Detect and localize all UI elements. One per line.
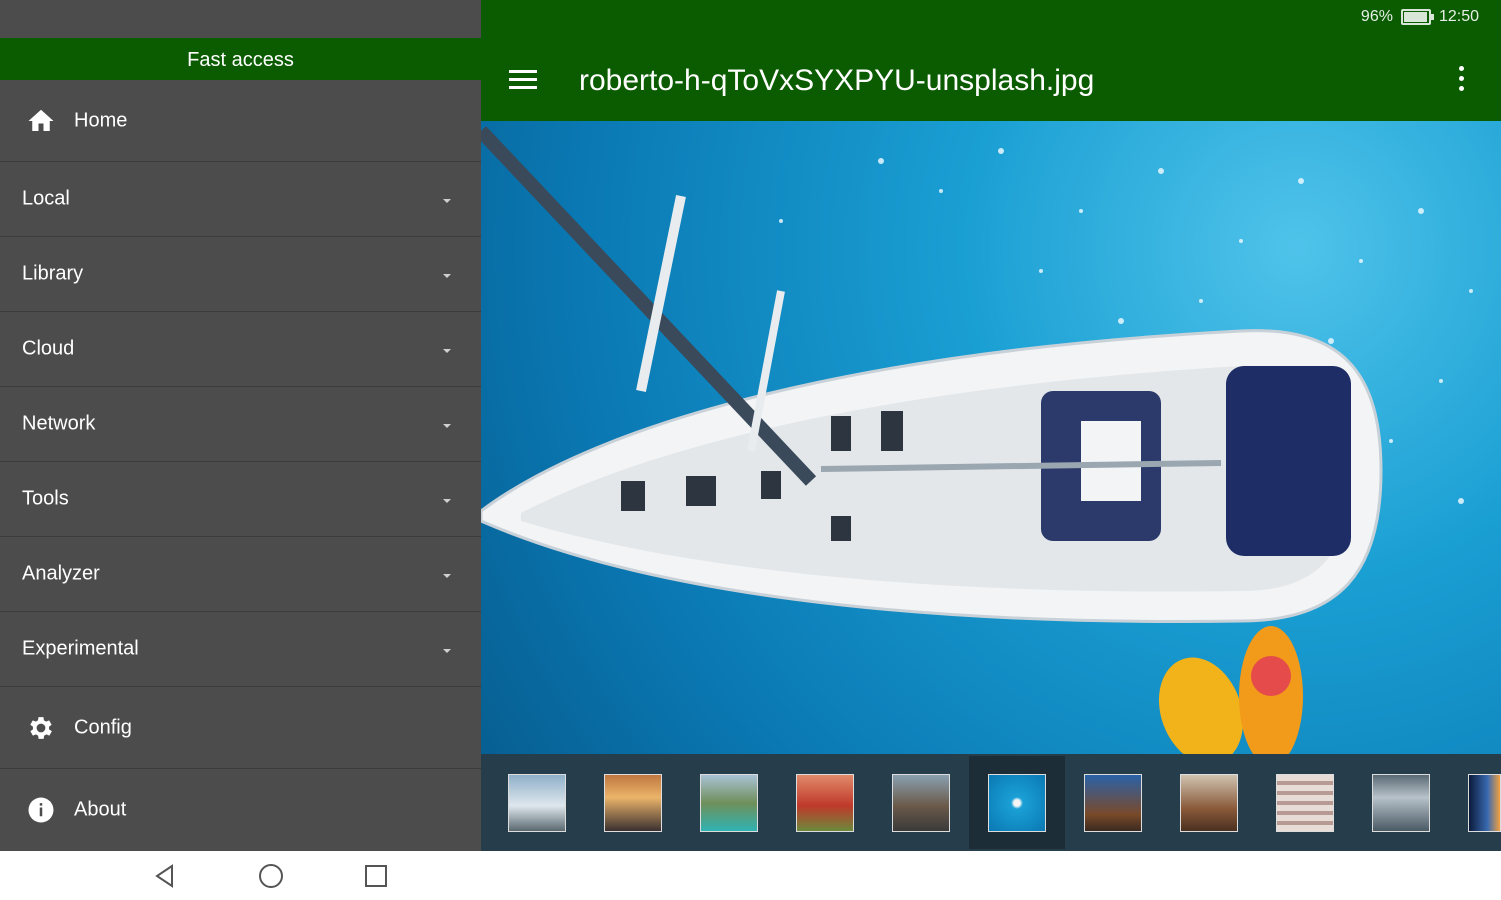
chevron-down-icon xyxy=(443,499,451,503)
drawer-item-label: Analyzer xyxy=(22,562,100,585)
chevron-down-icon xyxy=(443,424,451,428)
chevron-down-icon xyxy=(443,574,451,578)
clock: 12:50 xyxy=(1438,8,1479,25)
drawer-item-analyzer[interactable]: Analyzer xyxy=(0,537,481,612)
thumbnail[interactable] xyxy=(1180,774,1238,832)
drawer-item-experimental[interactable]: Experimental xyxy=(0,612,481,687)
battery-icon xyxy=(1400,9,1434,25)
drawer-item-label: Cloud xyxy=(22,337,75,360)
drawer-item-label: Home xyxy=(74,109,128,131)
image-viewer[interactable] xyxy=(481,121,1501,754)
drawer-item-about[interactable]: About xyxy=(0,769,481,851)
drawer-item-label: Local xyxy=(22,187,70,210)
drawer-item-config[interactable]: Config xyxy=(0,687,481,769)
thumbnail[interactable] xyxy=(892,774,950,832)
thumbnail[interactable] xyxy=(796,774,854,832)
drawer-item-label: Library xyxy=(22,262,84,285)
sailboat-image xyxy=(481,126,1473,754)
drawer-item-network[interactable]: Network xyxy=(0,387,481,462)
drawer-item-label: About xyxy=(74,798,127,821)
drawer-item-library[interactable]: Library xyxy=(0,237,481,312)
home-icon xyxy=(28,109,54,131)
chevron-down-icon xyxy=(443,274,451,278)
recents-icon[interactable] xyxy=(361,861,391,891)
drawer-title: Fast access xyxy=(187,49,294,71)
info-icon xyxy=(28,797,54,823)
thumbnail[interactable] xyxy=(1276,774,1334,832)
thumbnail[interactable] xyxy=(1372,774,1430,832)
thumbnail[interactable] xyxy=(988,774,1046,832)
thumbnail[interactable] xyxy=(700,774,758,832)
drawer-item-tools[interactable]: Tools xyxy=(0,462,481,537)
thumbnail-strip xyxy=(481,754,1501,851)
drawer-item-cloud[interactable]: Cloud xyxy=(0,312,481,387)
system-navigation-bar xyxy=(0,851,1501,900)
more-options-icon[interactable] xyxy=(1459,66,1465,94)
file-title: roberto-h-qToVxSYXPYU-unsplash.jpg xyxy=(579,64,1095,97)
drawer-header: Fast access xyxy=(0,38,481,80)
menu-icon[interactable] xyxy=(509,70,537,90)
home-nav-icon[interactable] xyxy=(256,861,286,891)
drawer-item-home[interactable]: Home xyxy=(0,80,481,162)
navigation-drawer: Fast access Home Local Library Cloud Net… xyxy=(0,0,481,851)
thumbnail[interactable] xyxy=(508,774,566,832)
drawer-item-local[interactable]: Local xyxy=(0,162,481,237)
drawer-item-label: Network xyxy=(22,412,96,435)
thumbnail[interactable] xyxy=(1084,774,1142,832)
thumbnail[interactable] xyxy=(604,774,662,832)
battery-percent: 96% xyxy=(1360,8,1393,25)
drawer-item-label: Tools xyxy=(22,487,69,510)
chevron-down-icon xyxy=(443,649,451,653)
status-indicators: 96% 12:50 xyxy=(1361,8,1479,26)
gear-icon xyxy=(30,716,52,739)
back-icon[interactable] xyxy=(150,861,180,891)
chevron-down-icon xyxy=(443,199,451,203)
thumbnail[interactable] xyxy=(1468,774,1501,832)
drawer-item-label: Experimental xyxy=(22,637,139,660)
drawer-menu: Home Local Library Cloud Network Tools A… xyxy=(0,80,481,851)
chevron-down-icon xyxy=(443,349,451,353)
app-toolbar: roberto-h-qToVxSYXPYU-unsplash.jpg xyxy=(481,38,1501,121)
drawer-item-label: Config xyxy=(74,716,132,738)
